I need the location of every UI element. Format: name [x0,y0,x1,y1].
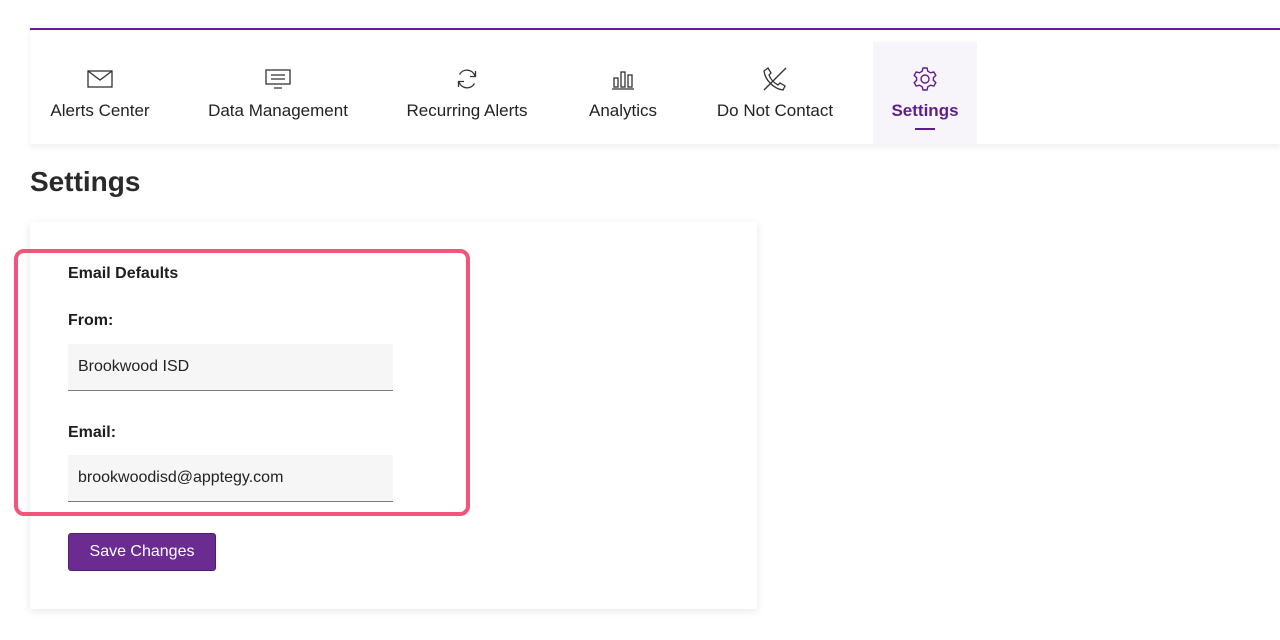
from-field[interactable] [68,344,393,391]
tab-recurring-alerts[interactable]: Recurring Alerts [402,42,532,144]
gear-icon [910,66,940,92]
monitor-icon [263,66,293,92]
main-nav: Alerts Center Data Management Recurring … [30,30,1280,144]
tab-label: Do Not Contact [716,101,834,120]
tab-analytics[interactable]: Analytics [584,42,662,144]
email-defaults-heading: Email Defaults [68,265,179,282]
tab-data-management[interactable]: Data Management [204,42,352,144]
tab-do-not-contact[interactable]: Do Not Contact [712,42,838,144]
envelope-icon [85,66,115,92]
tab-label: Recurring Alerts [406,101,528,120]
email-field[interactable] [68,455,393,502]
page-title: Settings [30,166,141,197]
phone-off-icon [760,66,790,92]
from-label: From: [68,312,114,329]
tab-alerts-center[interactable]: Alerts Center [44,42,156,144]
email-label: Email: [68,424,117,441]
tab-label: Data Management [208,101,348,120]
active-tab-indicator [915,128,935,130]
save-changes-button[interactable]: Save Changes [68,533,216,571]
tab-label: Settings [891,101,959,120]
tab-label: Alerts Center [50,101,150,120]
bar-chart-icon [608,66,638,92]
tab-settings[interactable]: Settings [873,42,977,144]
tab-label: Analytics [588,101,658,120]
refresh-icon [452,66,482,92]
